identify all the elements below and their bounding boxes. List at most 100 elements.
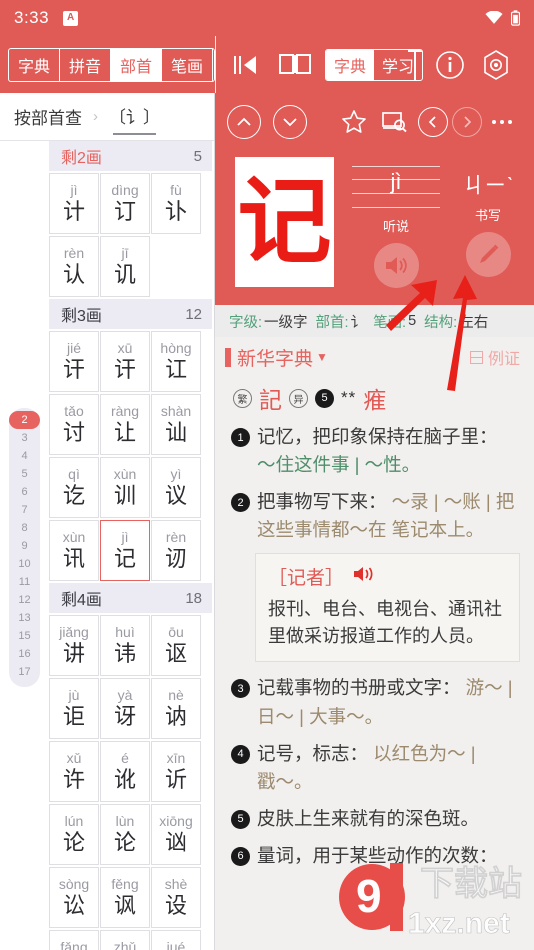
character-cell[interactable]: xiōng 讻 — [151, 804, 201, 865]
character-cell[interactable]: xùn 讯 — [49, 520, 99, 581]
stroke-index-item[interactable]: 7 — [9, 501, 40, 519]
character-cell[interactable]: fěng 讽 — [100, 867, 150, 928]
sense-item: 2 把事物写下来： 〜录 | 〜账 | 把这些事情都〜在 笔记本上。 — [231, 488, 520, 544]
stroke-index-item[interactable]: 16 — [9, 645, 40, 663]
chevron-down-icon[interactable]: ▼ — [316, 350, 328, 364]
pencil-icon[interactable] — [465, 232, 511, 277]
sense-number: 2 — [231, 493, 250, 513]
character-cell[interactable]: sòng 讼 — [49, 867, 99, 928]
character-pinyin: fù — [170, 181, 182, 198]
sense-number: 6 — [231, 846, 250, 866]
sense-definition: 量词，用于某些动作的次数： — [257, 844, 498, 866]
character-glyph: 讪 — [164, 420, 187, 446]
stroke-index-rail[interactable]: 2 3 4 5 6 7 8 9 10 11 12 13 15 16 17 — [9, 408, 40, 687]
character-cell[interactable]: é讹 — [100, 741, 150, 802]
stroke-index-item[interactable]: 17 — [9, 663, 40, 681]
tab-strokes[interactable]: 笔画 — [162, 48, 214, 81]
stroke-index-item[interactable]: 8 — [9, 519, 40, 537]
breadcrumb-radical[interactable]: 〔讠〕 — [109, 103, 160, 135]
character-pinyin: nè — [168, 686, 184, 703]
mode-dictionary[interactable]: 字典 — [326, 49, 375, 80]
character-cell[interactable]: xǔ 许 — [49, 741, 99, 802]
character-glyph: 䜣 — [164, 767, 187, 793]
tab-radical[interactable]: 部首 — [111, 48, 163, 81]
character-cell[interactable]: shàn 讪 — [151, 394, 201, 455]
character-cell[interactable]: zhǔ讬 — [100, 930, 150, 950]
speaker-icon[interactable] — [373, 243, 419, 288]
character-cell[interactable]: qì 讫 — [49, 457, 99, 518]
character-row: sòng 讼 fěng 讽 shè 设 — [49, 867, 212, 930]
source-name[interactable]: 新华字典 — [237, 344, 313, 371]
info-icon[interactable] — [427, 50, 473, 80]
traditional-character[interactable]: 記 — [259, 381, 282, 415]
status-indicators — [485, 10, 520, 26]
settings-icon[interactable] — [473, 49, 519, 81]
stroke-index-item[interactable]: 9 — [9, 537, 40, 555]
character-cell[interactable]: jì 计 — [49, 173, 99, 234]
stroke-index-item[interactable]: 10 — [9, 555, 40, 573]
stroke-index-item[interactable]: 5 — [9, 465, 40, 483]
examples-button[interactable]: 例证 — [469, 345, 520, 369]
character-cell[interactable]: jì 记 — [100, 520, 150, 581]
character-cell[interactable]: nè 讷 — [151, 678, 201, 739]
character-cell[interactable]: jiǎng 讲 — [49, 615, 99, 676]
variant-character[interactable]: 痽 — [363, 381, 386, 415]
forward-circle-icon[interactable] — [452, 106, 482, 137]
character-cell[interactable]: yà 讶 — [100, 678, 150, 739]
compound-word-name[interactable]: ［记者］ — [268, 563, 344, 590]
breadcrumb-root[interactable]: 按部首查 — [14, 104, 82, 129]
star-icon[interactable] — [334, 105, 374, 139]
character-cell[interactable]: fù 讣 — [151, 173, 201, 234]
character-cell[interactable]: jī 讥 — [100, 236, 150, 297]
character-cell[interactable]: dìng 订 — [100, 173, 150, 234]
stroke-index-item[interactable]: 2 — [9, 411, 40, 429]
character-cell[interactable]: ōu 讴 — [151, 615, 201, 676]
stroke-index-item[interactable]: 6 — [9, 483, 40, 501]
book-icon[interactable] — [269, 52, 321, 78]
speaker-icon[interactable] — [353, 565, 375, 588]
character-cell[interactable]: xùn 训 — [100, 457, 150, 518]
stroke-index-item[interactable]: 4 — [9, 447, 40, 465]
stroke-index-item[interactable]: 11 — [9, 573, 40, 591]
definition-content: 繁 記 异 5 ** 痽 1 记忆，把印象保持在脑子里： 〜住这件事 | 〜性。 2… — [215, 377, 534, 871]
character-row: jù 讵 yà 讶 nè 讷 — [49, 678, 212, 741]
sense-text: 皮肤上生来就有的深色斑。 — [257, 805, 479, 833]
character-cell[interactable]: fǎng访 — [49, 930, 99, 950]
stroke-index-item[interactable]: 12 — [9, 591, 40, 609]
more-icon[interactable] — [482, 119, 522, 124]
main-content: 按部首查 › 〔讠〕 剩2画 5 jì 计 dìng 订 fù 讣 rèn 认 jī 讥剩3画 12 ji… — [0, 93, 534, 950]
character-glyph: 讨 — [62, 420, 85, 446]
traditional-badge: 繁 — [233, 388, 252, 408]
character-cell[interactable]: yì 议 — [151, 457, 201, 518]
character-cell[interactable]: jié 讦 — [49, 331, 99, 392]
stroke-index-item[interactable]: 13 — [9, 609, 40, 627]
character-pinyin: jì — [121, 528, 129, 545]
character-cell[interactable]: hòng 讧 — [151, 331, 201, 392]
character-cell[interactable]: jué诀 — [151, 930, 201, 950]
back-circle-icon[interactable] — [418, 106, 448, 137]
character-cell[interactable]: xū 讦 — [100, 331, 150, 392]
character-cell[interactable]: xīn 䜣 — [151, 741, 201, 802]
stroke-index-item[interactable]: 3 — [9, 429, 40, 447]
character-glyph: 设 — [164, 893, 187, 919]
character-cell[interactable]: lùn 论 — [100, 804, 150, 865]
character-cell[interactable]: lún 论 — [49, 804, 99, 865]
character-cell[interactable]: tǎo 讨 — [49, 394, 99, 455]
tab-dictionary[interactable]: 字典 — [9, 48, 61, 81]
chevron-up-circle-icon[interactable] — [227, 104, 261, 139]
chevron-down-circle-icon[interactable] — [273, 104, 307, 139]
character-cell[interactable]: jù 讵 — [49, 678, 99, 739]
write-column: ㄐㄧˋ 书写 — [442, 157, 534, 305]
book-search-icon[interactable] — [374, 105, 414, 139]
stroke-index-item[interactable]: 15 — [9, 627, 40, 645]
character-cell[interactable]: ràng 让 — [100, 394, 150, 455]
character-glyph: 议 — [164, 483, 187, 509]
character-cell[interactable]: shè 设 — [151, 867, 201, 928]
collapse-panel-icon[interactable] — [225, 52, 269, 78]
character-cell[interactable]: rèn 讱 — [151, 520, 201, 581]
tab-pinyin[interactable]: 拼音 — [60, 48, 112, 81]
character-cell[interactable]: rèn 认 — [49, 236, 99, 297]
character-pinyin: jù — [68, 686, 80, 703]
character-cell[interactable]: huì 讳 — [100, 615, 150, 676]
mode-study[interactable]: 学习 — [374, 50, 422, 80]
